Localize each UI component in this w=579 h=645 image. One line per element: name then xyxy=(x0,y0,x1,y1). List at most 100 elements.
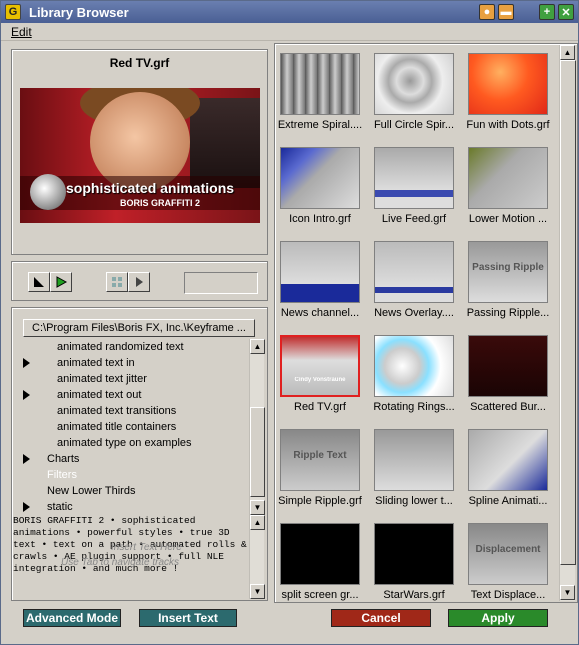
thumbnail[interactable]: Displacement xyxy=(468,523,548,585)
thumbnail-label[interactable]: StarWars.grf xyxy=(368,589,460,601)
tree-item[interactable]: animated type on examples xyxy=(13,435,249,451)
thumbnail[interactable] xyxy=(374,335,454,397)
step-icon xyxy=(136,277,143,287)
menu-edit[interactable]: Edit xyxy=(11,25,32,39)
play-icon xyxy=(56,276,68,288)
thumbnail-label[interactable]: Live Feed.grf xyxy=(368,213,460,225)
thumbnail[interactable] xyxy=(468,147,548,209)
thumbnail[interactable] xyxy=(468,429,548,491)
desc-scroll-up-icon[interactable]: ▲ xyxy=(250,515,265,530)
tree-item-label: animated title containers xyxy=(57,421,177,433)
tree-item-label: static xyxy=(47,501,73,513)
thumbnail[interactable] xyxy=(374,53,454,115)
thumbnail-label[interactable]: Simple Ripple.grf xyxy=(276,495,366,507)
grid-icon xyxy=(112,277,122,287)
thumbnail-overlay-text: Passing Ripple xyxy=(472,262,544,273)
preview-overlay-text: sophisticated animations xyxy=(66,180,235,196)
tree-item-label: Filters xyxy=(47,469,77,481)
grid-scroll-up-icon[interactable]: ▲ xyxy=(560,45,575,60)
thumbnail[interactable]: Cindy Vonstraune xyxy=(280,335,360,397)
tree-item[interactable]: New Lower Thirds xyxy=(13,483,249,499)
stop-button[interactable] xyxy=(28,272,50,292)
tree-item[interactable]: static xyxy=(13,499,249,515)
thumbnail[interactable] xyxy=(374,429,454,491)
thumbnail[interactable]: Passing Ripple xyxy=(468,241,548,303)
playback-controls xyxy=(11,261,268,301)
menu-bar: Edit xyxy=(1,23,578,41)
thumbnail-label[interactable]: Lower Motion ... xyxy=(462,213,554,225)
thumbnail-label[interactable]: Spline Animati... xyxy=(462,495,554,507)
thumbnail[interactable] xyxy=(468,53,548,115)
tree-item[interactable]: animated text in xyxy=(13,355,249,371)
thumbnail-grid: Extreme Spiral.... Full Circle Spir... Fun… xyxy=(276,45,556,601)
title-bar[interactable]: G Library Browser ● ▬ + ✕ xyxy=(1,1,578,23)
grid-view-button[interactable] xyxy=(106,272,128,292)
thumbnail[interactable] xyxy=(374,147,454,209)
advanced-mode-button[interactable]: Advanced Mode xyxy=(23,609,121,627)
expand-arrow-icon[interactable] xyxy=(23,358,30,368)
ghost-hint: Use Tab to navigate tracks xyxy=(61,557,180,568)
thumbnail[interactable] xyxy=(374,523,454,585)
scroll-down-icon[interactable]: ▼ xyxy=(250,500,265,515)
scroll-thumb[interactable] xyxy=(250,407,265,497)
description-scrollbar[interactable]: ▲ ▼ xyxy=(249,515,265,599)
expand-arrow-icon[interactable] xyxy=(23,454,30,464)
thumbnail[interactable] xyxy=(468,335,548,397)
thumbnail[interactable] xyxy=(280,241,360,303)
thumbnail-label[interactable]: News channel... xyxy=(276,307,366,319)
play-button[interactable] xyxy=(50,272,72,292)
tree-item-label: animated text in xyxy=(57,357,135,369)
folder-tree: animated randomized text animated text in… xyxy=(13,339,249,515)
thumbnail[interactable]: Ripple Text xyxy=(280,429,360,491)
tree-item[interactable]: animated text out xyxy=(13,387,249,403)
thumbnail[interactable] xyxy=(280,523,360,585)
tree-scrollbar[interactable]: ▲ ▼ xyxy=(249,339,265,515)
apply-button[interactable]: Apply xyxy=(448,609,548,627)
thumbnail[interactable] xyxy=(280,147,360,209)
insert-text-button[interactable]: Insert Text xyxy=(139,609,237,627)
maximize-icon[interactable]: + xyxy=(539,4,555,20)
expand-arrow-icon[interactable] xyxy=(23,502,30,512)
tree-item-label: animated text transitions xyxy=(57,405,177,417)
thumbnail-label[interactable]: Rotating Rings... xyxy=(368,401,460,413)
scroll-up-icon[interactable]: ▲ xyxy=(250,339,265,354)
thumbnail-label[interactable]: Text Displace... xyxy=(462,589,554,601)
thumbnail-label[interactable]: split screen gr... xyxy=(276,589,366,601)
preview-title: Red TV.grf xyxy=(109,56,170,70)
tree-item[interactable]: animated title containers xyxy=(13,419,249,435)
cancel-button[interactable]: Cancel xyxy=(331,609,431,627)
grid-scroll-down-icon[interactable]: ▼ xyxy=(560,585,575,600)
thumbnail[interactable] xyxy=(374,241,454,303)
library-browser-window: G Library Browser ● ▬ + ✕ Edit Red TV.gr… xyxy=(0,0,579,645)
thumbnail-label[interactable]: Fun with Dots.grf xyxy=(462,119,554,131)
minimize-icon[interactable]: ▬ xyxy=(498,4,514,20)
thumbnail-overlay-text: Ripple Text xyxy=(293,450,347,461)
tree-item[interactable]: Charts xyxy=(13,451,249,467)
thumbnail-label[interactable]: Full Circle Spir... xyxy=(368,119,460,131)
window-title: Library Browser xyxy=(29,4,129,20)
thumbnail-overlay-text: Cindy Vonstraune xyxy=(294,377,346,383)
tree-item[interactable]: animated randomized text xyxy=(13,339,249,355)
thumbnail[interactable] xyxy=(280,53,360,115)
timecode-box xyxy=(184,272,258,294)
preview-image: sophisticated animations BORIS GRAFFITI … xyxy=(20,88,260,223)
grid-scrollbar[interactable]: ▲ ▼ xyxy=(559,45,576,601)
path-button[interactable]: C:\Program Files\Boris FX, Inc.\Keyframe… xyxy=(23,319,255,337)
thumbnail-label[interactable]: Red TV.grf xyxy=(276,401,366,413)
help-icon[interactable]: ● xyxy=(479,4,495,20)
tree-item[interactable]: Filters xyxy=(13,467,249,483)
tree-item[interactable]: animated text transitions xyxy=(13,403,249,419)
desc-scroll-down-icon[interactable]: ▼ xyxy=(250,584,265,599)
tree-item[interactable]: animated text jitter xyxy=(13,371,249,387)
thumbnail-label[interactable]: News Overlay.... xyxy=(368,307,460,319)
step-button[interactable] xyxy=(128,272,150,292)
tree-item-label: animated text jitter xyxy=(57,373,147,385)
grid-scroll-thumb[interactable] xyxy=(560,60,576,565)
thumbnail-label[interactable]: Scattered Bur... xyxy=(462,401,554,413)
thumbnail-label[interactable]: Sliding lower t... xyxy=(368,495,460,507)
thumbnail-label[interactable]: Extreme Spiral.... xyxy=(276,119,366,131)
thumbnail-label[interactable]: Icon Intro.grf xyxy=(276,213,366,225)
close-icon[interactable]: ✕ xyxy=(558,4,574,20)
thumbnail-label[interactable]: Passing Ripple... xyxy=(462,307,554,319)
expand-arrow-icon[interactable] xyxy=(23,390,30,400)
